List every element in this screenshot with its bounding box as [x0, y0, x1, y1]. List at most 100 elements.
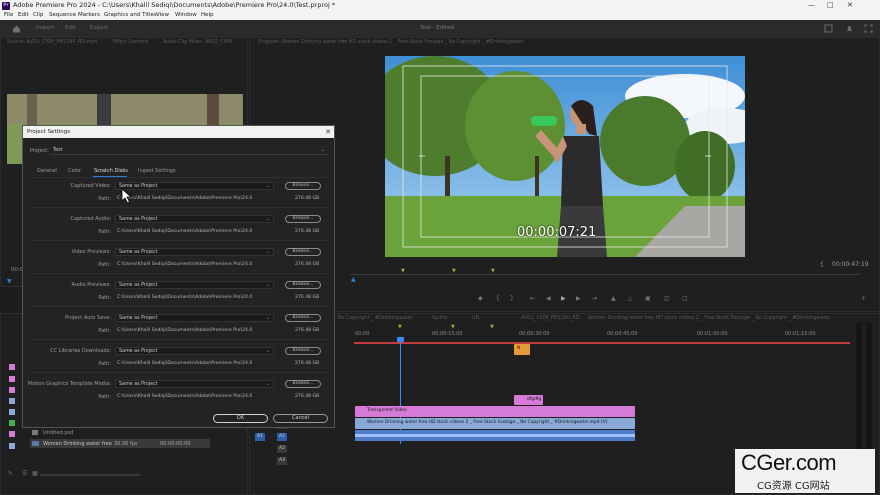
track-a2[interactable]: A2	[277, 445, 287, 453]
go-to-in-icon[interactable]: }	[510, 295, 514, 302]
program-playhead-icon[interactable]: ▲	[351, 276, 356, 283]
zoom-slider[interactable]	[40, 474, 140, 476]
clip-video[interactable]: Women Drinking water free HD stock video…	[355, 418, 635, 429]
browse-button[interactable]: Browse...	[285, 380, 321, 388]
close-dialog-icon[interactable]: ✕	[325, 126, 331, 138]
browse-button[interactable]: Browse...	[285, 281, 321, 289]
export-frame-icon[interactable]: ▣	[645, 295, 651, 302]
tab-scratch-disks[interactable]: Scratch Disks	[94, 168, 128, 174]
project-select[interactable]: Test ⌄	[50, 147, 328, 155]
pencil-icon[interactable]: ✎	[8, 470, 13, 477]
timeline-tab-active[interactable]: Women Drinking water free HD stock video…	[588, 314, 830, 323]
project-item-rate: 30.00 fps	[114, 440, 138, 447]
marker-icon: ▼	[452, 268, 456, 274]
icon-view-icon[interactable]: ▦	[32, 470, 38, 477]
quick-export-icon[interactable]	[824, 24, 833, 33]
minimize-icon[interactable]: —	[808, 0, 815, 11]
tab-export[interactable]: Export	[90, 25, 108, 31]
clip-dfgdfg[interactable]: dfgdfg	[514, 395, 543, 405]
watermark-subtitle: CG资源 CG网站	[757, 481, 830, 492]
menu-window[interactable]: Window	[175, 11, 197, 20]
menu-sequence[interactable]: Sequence	[49, 11, 76, 20]
scratch-row-select-value: Same as Project	[119, 250, 158, 255]
play-icon[interactable]: ▶	[561, 295, 566, 302]
program-mark-icon[interactable]: {	[820, 261, 824, 268]
menu-edit[interactable]: Edit	[18, 11, 29, 20]
browse-button[interactable]: Browse...	[285, 182, 321, 190]
menu-clip[interactable]: Clip	[33, 11, 43, 20]
go-to-out-icon[interactable]: ⇥	[592, 295, 597, 302]
step-back-icon[interactable]: ◀	[546, 295, 551, 302]
close-window-icon[interactable]: ✕	[847, 0, 853, 11]
scratch-row-select[interactable]: Same as Project ⌄	[115, 380, 274, 388]
tab-import[interactable]: Import	[36, 25, 54, 31]
notifications-icon[interactable]	[845, 24, 854, 33]
work-area-bar[interactable]	[354, 342, 850, 344]
timeline-tab[interactable]: Sports	[432, 314, 447, 323]
scratch-row-label: Captured Video:	[70, 183, 111, 189]
timeline-tab[interactable]: UN	[472, 314, 479, 323]
browse-button[interactable]: Browse...	[285, 248, 321, 256]
scratch-row-select[interactable]: Same as Project ⌄	[115, 215, 274, 223]
clip-audio[interactable]	[355, 430, 635, 441]
label-color-swatch	[9, 409, 15, 415]
list-view-icon[interactable]: ☰	[22, 470, 27, 477]
menu-help[interactable]: Help	[201, 11, 214, 20]
fullscreen-icon[interactable]	[864, 24, 873, 33]
add-button-icon[interactable]: +	[861, 295, 866, 302]
cancel-button[interactable]: Cancel	[273, 414, 328, 423]
clip-n[interactable]: N	[514, 344, 530, 355]
maximize-icon[interactable]: □	[827, 0, 834, 11]
menu-graphics-and-titles[interactable]: Graphics and Titles	[104, 11, 157, 20]
lift-icon[interactable]: ▲	[611, 295, 616, 302]
tab-color[interactable]: Color	[68, 168, 81, 174]
scratch-row-select[interactable]: Same as Project ⌄	[115, 314, 274, 322]
extract-icon[interactable]: △	[628, 295, 633, 302]
tab-general[interactable]: General	[37, 168, 57, 174]
playhead-handle[interactable]	[397, 337, 404, 342]
scratch-row-path: C:\Users\Khalil Sediqi\Documents\Adobe\P…	[117, 394, 253, 399]
source-playhead-icon[interactable]: ▼	[7, 278, 12, 285]
watermark-logo: CGer.com CG资源 CG网站	[735, 449, 875, 493]
timeline-tab[interactable]: AVD2_CI0M_PM1090_RD	[521, 314, 579, 323]
track-a1[interactable]: A1	[277, 433, 287, 441]
menu-file[interactable]: File	[4, 11, 13, 20]
ok-button[interactable]: OK	[213, 414, 268, 423]
browse-button[interactable]: Browse...	[285, 347, 321, 355]
vr-video-icon[interactable]: □	[682, 295, 688, 302]
scratch-row-select[interactable]: Same as Project ⌄	[115, 281, 274, 289]
home-icon[interactable]	[12, 24, 21, 33]
tab-edit[interactable]: Edit	[65, 25, 76, 31]
menu-view[interactable]: View	[156, 11, 169, 20]
scratch-row-select[interactable]: Same as Project ⌄	[115, 347, 274, 355]
ruler-label: 00:00:45:00	[607, 331, 638, 337]
row-divider	[31, 207, 328, 208]
scratch-row-path: C:\Users\Khalil Sediqi\Documents\Adobe\P…	[117, 262, 253, 267]
mark-out-icon[interactable]: {	[496, 295, 500, 302]
project-item-selected-row[interactable]: Women Drinking water free 30.00 fps 00:0…	[30, 439, 210, 448]
ruler-label: 00:01:00:00	[697, 331, 728, 337]
scratch-row-select[interactable]: Same as Project ⌄	[115, 248, 274, 256]
clip-transparent-video[interactable]: Transparent Video	[355, 406, 635, 417]
tab-program[interactable]: Program: Women Drinking water free HD st…	[258, 38, 524, 47]
tab-ingest-settings[interactable]: Ingest Settings	[138, 168, 176, 174]
menu-markers[interactable]: Markers	[78, 11, 100, 20]
browse-button[interactable]: Browse...	[285, 314, 321, 322]
go-to-in-point-icon[interactable]: ⇤	[530, 295, 535, 302]
tab-effect-controls[interactable]: Effect Controls	[113, 38, 148, 47]
comparison-view-icon[interactable]: ◫	[664, 295, 670, 302]
scratch-row-select[interactable]: Same as Project ⌄	[115, 182, 274, 190]
overlay-timecode: 00:00:07:21	[517, 225, 597, 240]
track-source-a1[interactable]: A1	[255, 433, 265, 441]
step-forward-icon[interactable]: ▶	[576, 295, 581, 302]
browse-button[interactable]: Browse...	[285, 215, 321, 223]
tab-source[interactable]: Source: AVD2_CI0M_PM1090_RD.mp4	[7, 38, 97, 47]
mark-in-icon[interactable]: ◆	[478, 295, 483, 302]
timeline-tab[interactable]: No Copyright _ #Drinkingwater	[338, 314, 413, 323]
track-a3[interactable]: A3	[277, 457, 287, 465]
scratch-row-path: C:\Users\Khalil Sediqi\Documents\Adobe\P…	[117, 196, 253, 201]
path-label: Path:	[98, 328, 111, 334]
program-scrubber[interactable]	[350, 274, 860, 275]
project-item-name[interactable]: Untitled.psd	[43, 430, 73, 436]
tab-audio-clip-mixer[interactable]: Audio Clip Mixer: AVD2_CI0M	[163, 38, 232, 47]
